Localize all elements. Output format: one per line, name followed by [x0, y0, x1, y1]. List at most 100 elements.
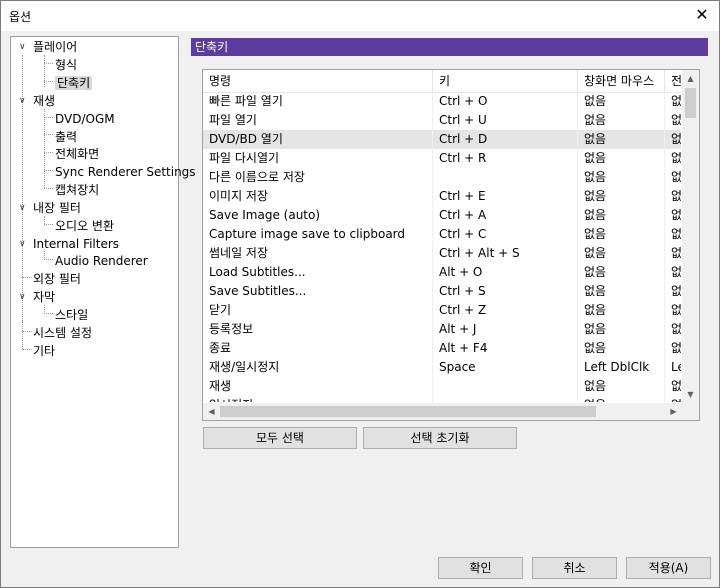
- table-cell: 없: [665, 168, 681, 187]
- tree-item[interactable]: 캡쳐장치: [55, 182, 99, 199]
- table-row[interactable]: 일시정지 없음없: [203, 396, 681, 402]
- table-row[interactable]: 썸네일 저장 Ctrl + Alt + S 없음 없: [203, 244, 681, 263]
- column-header[interactable]: 창화면 마우스: [578, 70, 665, 92]
- table-row[interactable]: Load Subtitles... Alt + O 없음 없: [203, 263, 681, 282]
- scroll-down-icon[interactable]: ▼: [682, 386, 699, 403]
- table-cell: Ctrl + Alt + S: [433, 244, 578, 263]
- window-title: 옵션: [9, 10, 32, 24]
- table-cell: Capture image save to clipboard: [203, 225, 433, 244]
- horizontal-scrollbar[interactable]: ◀ ▶: [203, 403, 682, 420]
- table-cell: 빠른 파일 열기: [203, 92, 433, 111]
- tree-item-label: 출력: [55, 130, 78, 144]
- table-row[interactable]: 빠른 파일 열기 Ctrl + O 없음 없: [203, 92, 681, 111]
- tree-item[interactable]: 기타: [33, 343, 55, 360]
- shortcuts-panel: 단축키 명령 키 창화면 마우스 전 빠른 파일 열기 Ctrl + O 없음 없 파일 열기…: [188, 36, 712, 546]
- cancel-button[interactable]: 취소: [532, 557, 617, 579]
- table-row[interactable]: 닫기 Ctrl + Z 없음 없: [203, 301, 681, 320]
- table-cell: 없: [665, 396, 681, 402]
- table-row[interactable]: 등록정보 Alt + J 없음 없: [203, 320, 681, 339]
- vertical-scrollbar[interactable]: ▲ ▼: [682, 70, 699, 403]
- table-cell: 없음: [578, 168, 665, 187]
- table-cell: 없음: [578, 149, 665, 168]
- tree-item[interactable]: 출력: [55, 129, 77, 146]
- tree-item[interactable]: Sync Renderer Settings: [55, 164, 196, 181]
- tree-item[interactable]: ∨ 내장 필터: [19, 200, 81, 217]
- table-cell: 없음: [578, 396, 665, 402]
- table-cell: 파일 열기: [203, 111, 433, 130]
- tree-item-label: 플레이어: [33, 40, 78, 54]
- table-cell: 이미지 저장: [203, 187, 433, 206]
- column-header[interactable]: 키: [433, 70, 578, 92]
- table-row[interactable]: 파일 다시열기 Ctrl + R 없음 없: [203, 149, 681, 168]
- reset-selection-button[interactable]: 선택 초기화: [363, 427, 517, 449]
- table-row[interactable]: 다른 이름으로 저장 없음 없: [203, 168, 681, 187]
- tree-item-label: 오디오 변환: [55, 219, 115, 233]
- shortcuts-list[interactable]: 명령 키 창화면 마우스 전 빠른 파일 열기 Ctrl + O 없음 없 파일 열기 Ctrl…: [202, 69, 700, 421]
- tree-item-label: 자막: [33, 290, 56, 304]
- scroll-up-icon[interactable]: ▲: [682, 70, 699, 87]
- options-tree[interactable]: ∨ 플레이어형식단축키 ∨ 재생 DVD/OGM 출력전체화면 Sync Renderer …: [10, 36, 196, 548]
- expand-chevron-icon[interactable]: ∨: [19, 39, 29, 56]
- expand-chevron-icon[interactable]: ∨: [19, 93, 29, 110]
- tree-item[interactable]: 전체화면: [55, 146, 99, 163]
- tree-item[interactable]: Audio Renderer: [55, 253, 148, 270]
- table-row[interactable]: 재생 없음 없: [203, 377, 681, 396]
- expand-chevron-icon[interactable]: ∨: [19, 200, 29, 217]
- tree-item[interactable]: 단축키: [55, 75, 93, 92]
- tree-item[interactable]: ∨ 자막: [19, 289, 56, 306]
- table-cell: 없음: [578, 225, 665, 244]
- table-cell: Alt + O: [433, 263, 578, 282]
- table-row[interactable]: Save Image (auto) Ctrl + A 없음 없: [203, 206, 681, 225]
- table-row[interactable]: DVD/BD 열기 Ctrl + D 없음 없: [203, 130, 681, 149]
- table-row[interactable]: 재생/일시정지SpaceLeft DblClkLe: [203, 358, 681, 377]
- tree-item[interactable]: 스타일: [55, 307, 88, 324]
- table-cell: 없음: [578, 301, 665, 320]
- table-row[interactable]: Capture image save to clipboard Ctrl + C없…: [203, 225, 681, 244]
- tree-item[interactable]: 외장 필터: [33, 271, 81, 288]
- table-cell: 없: [665, 244, 681, 263]
- ok-button[interactable]: 확인: [438, 557, 523, 579]
- scroll-left-icon[interactable]: ◀: [203, 403, 220, 420]
- apply-button[interactable]: 적용(A): [626, 557, 711, 579]
- tree-item[interactable]: ∨ Internal Filters: [19, 236, 119, 253]
- table-cell: 종료: [203, 339, 433, 358]
- table-cell: 없: [665, 263, 681, 282]
- table-row[interactable]: 파일 열기 Ctrl + U 없음 없: [203, 111, 681, 130]
- tree-item[interactable]: 형식: [55, 57, 77, 74]
- tree-item-label: 형식: [55, 58, 78, 72]
- table-cell: 닫기: [203, 301, 433, 320]
- scroll-right-icon[interactable]: ▶: [665, 403, 682, 420]
- select-all-button[interactable]: 모두 선택: [203, 427, 357, 449]
- table-cell: 등록정보: [203, 320, 433, 339]
- horizontal-scroll-thumb[interactable]: [220, 406, 596, 417]
- table-cell: 없음: [578, 320, 665, 339]
- table-cell: Alt + F4: [433, 339, 578, 358]
- tree-item-label: 캡쳐장치: [55, 183, 100, 197]
- table-cell: 없음: [578, 111, 665, 130]
- tree-item[interactable]: ∨ 재생: [19, 93, 55, 110]
- table-cell: Ctrl + S: [433, 282, 578, 301]
- tree-item[interactable]: 오디오 변환: [55, 218, 114, 235]
- title-bar: 옵션 ✕: [1, 1, 719, 31]
- tree-item[interactable]: DVD/OGM: [55, 111, 115, 128]
- list-rows[interactable]: 빠른 파일 열기 Ctrl + O 없음 없 파일 열기 Ctrl + U 없음 없 DVD/B…: [203, 92, 681, 402]
- tree-item-label: 외장 필터: [33, 272, 81, 286]
- expand-chevron-icon[interactable]: ∨: [19, 289, 29, 306]
- close-icon[interactable]: ✕: [691, 5, 713, 25]
- table-cell: DVD/BD 열기: [203, 130, 433, 149]
- table-cell: 없: [665, 92, 681, 111]
- table-cell: 없음: [578, 187, 665, 206]
- tree-item[interactable]: ∨ 플레이어: [19, 39, 78, 56]
- column-header[interactable]: 명령: [203, 70, 433, 92]
- vertical-scroll-thumb[interactable]: [685, 88, 696, 118]
- table-cell: Ctrl + D: [433, 130, 578, 149]
- table-cell: 파일 다시열기: [203, 149, 433, 168]
- tree-item[interactable]: 시스템 설정: [33, 325, 92, 342]
- tree-item-label: 단축키: [55, 76, 93, 90]
- table-row[interactable]: Save Subtitles... Ctrl + S 없음 없: [203, 282, 681, 301]
- table-row[interactable]: 종료 Alt + F4 없음 없: [203, 339, 681, 358]
- table-cell: Load Subtitles...: [203, 263, 433, 282]
- expand-chevron-icon[interactable]: ∨: [19, 236, 29, 253]
- table-row[interactable]: 이미지 저장 Ctrl + E 없음 없: [203, 187, 681, 206]
- table-cell: Ctrl + U: [433, 111, 578, 130]
